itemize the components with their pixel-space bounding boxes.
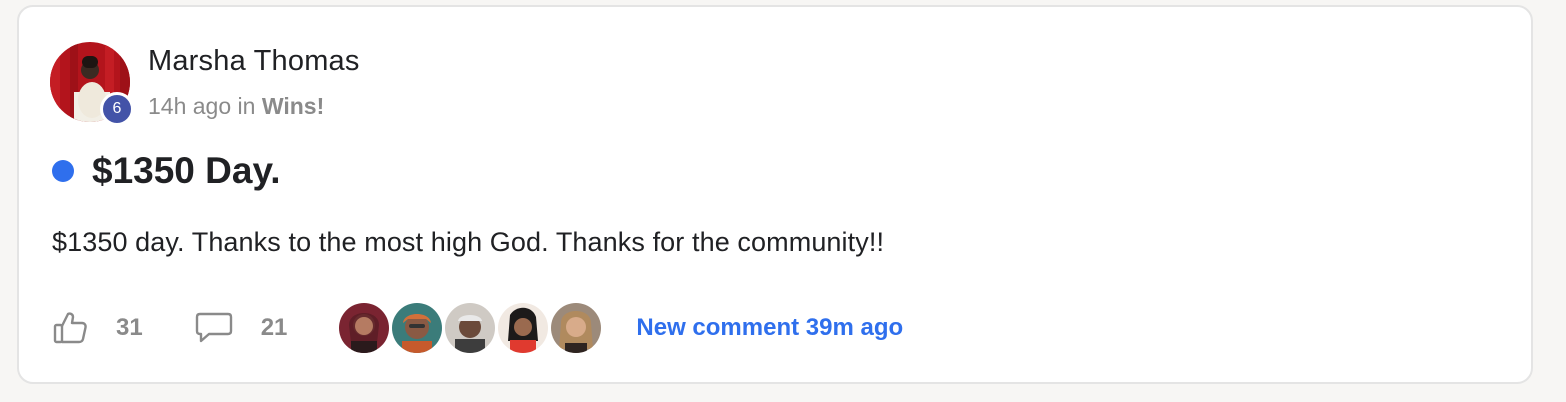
post-title[interactable]: $1350 Day. xyxy=(92,150,281,192)
post-card[interactable]: 6 Marsha Thomas 14h ago in Wins! $1350 D… xyxy=(17,5,1533,384)
recent-commenters[interactable] xyxy=(339,303,604,353)
commenter-avatar[interactable] xyxy=(445,303,496,353)
post-time: 14h ago xyxy=(148,93,232,119)
post-title-row: $1350 Day. xyxy=(52,150,281,192)
in-label: in xyxy=(237,93,256,119)
commenter-avatar[interactable] xyxy=(339,303,390,353)
post-meta: 14h ago in Wins! xyxy=(148,93,324,120)
level-badge: 6 xyxy=(100,92,134,126)
category-link[interactable]: Wins! xyxy=(262,93,324,119)
commenter-avatar[interactable] xyxy=(498,303,549,353)
like-button[interactable]: 31 xyxy=(52,310,143,346)
comment-bubble-icon xyxy=(195,311,233,345)
commenter-avatar[interactable] xyxy=(392,303,443,353)
unread-indicator-icon xyxy=(52,160,74,182)
new-comment-link[interactable]: New comment 39m ago xyxy=(636,314,903,342)
like-count: 31 xyxy=(116,314,143,341)
thumbs-up-icon xyxy=(52,310,88,346)
commenter-avatar[interactable] xyxy=(551,303,602,353)
post-actions: 31 21 New comment 39m ago xyxy=(52,303,903,353)
comment-count: 21 xyxy=(260,314,288,341)
post-body: $1350 day. Thanks to the most high God. … xyxy=(52,227,885,257)
author-name[interactable]: Marsha Thomas xyxy=(148,45,360,78)
comment-button[interactable]: 21 xyxy=(195,311,288,345)
author-avatar-wrapper[interactable]: 6 xyxy=(50,42,134,134)
